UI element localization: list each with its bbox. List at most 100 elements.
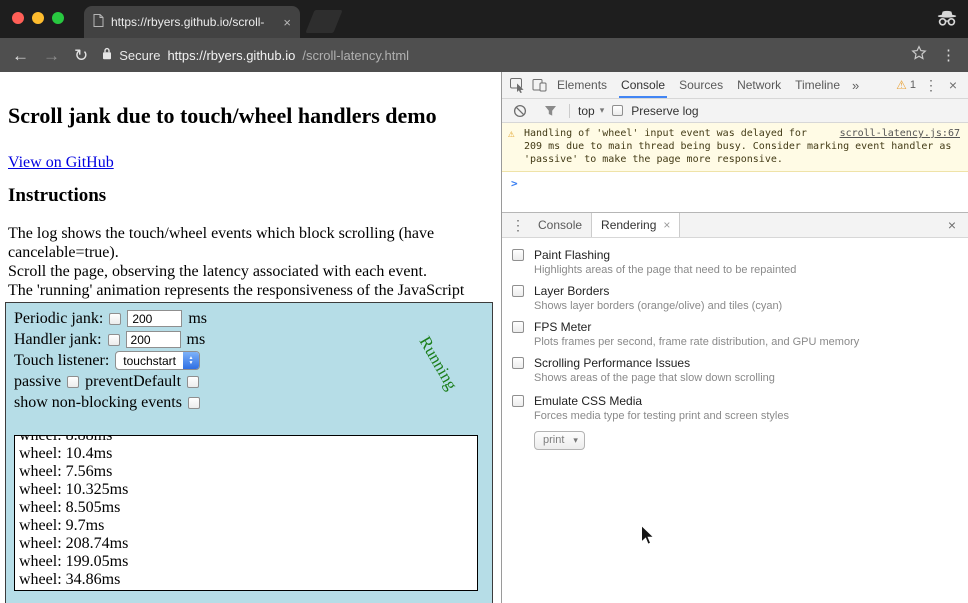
periodic-jank-unit: ms [188,310,207,328]
warning-count-badge[interactable]: ⚠ 1 [892,79,920,91]
tab-close-icon[interactable]: × [283,16,291,29]
execution-context-select[interactable]: top ▾ [578,104,604,118]
select-stepper-icon: ▲▼ [183,352,199,369]
devtools-menu-icon[interactable]: ⋮ [920,74,942,96]
rendering-option: Scrolling Performance Issues Shows areas… [512,356,968,384]
show-nonblocking-checkbox[interactable] [188,397,200,409]
devtools-drawer: ⋮ Console Rendering × × Paint Flashing H… [502,212,968,603]
devtools-close-icon[interactable]: × [942,74,964,96]
filter-icon[interactable] [539,100,561,122]
drawer-close-icon[interactable]: × [941,214,963,236]
clear-console-icon[interactable] [509,100,531,122]
event-log[interactable]: wheel: 8.88ms wheel: 10.4ms wheel: 7.56m… [14,435,478,591]
bookmark-star-icon[interactable] [911,45,927,66]
tab-elements[interactable]: Elements [550,72,614,98]
github-link[interactable]: View on GitHub [8,154,114,172]
window-close-button[interactable] [12,12,24,24]
periodic-jank-input[interactable] [127,310,182,327]
mouse-cursor [640,525,658,547]
device-toolbar-icon[interactable] [528,74,550,96]
back-button[interactable]: ← [12,47,29,64]
prompt-chevron-icon: > [511,177,518,190]
scrolling-performance-checkbox[interactable] [512,357,524,369]
handler-jank-checkbox[interactable] [108,334,120,346]
log-line: wheel: 9.7ms [19,517,473,535]
tab-console[interactable]: Console [614,72,672,98]
prevent-default-checkbox[interactable] [187,376,199,388]
browser-window: https://rbyers.github.io/scroll- × ← → ↻… [0,0,968,603]
paint-flashing-checkbox[interactable] [512,249,524,261]
log-line: wheel: 7.56ms [19,463,473,481]
instructions-text: The log shows the touch/wheel events whi… [8,224,501,300]
fps-meter-checkbox[interactable] [512,321,524,333]
handler-jank-unit: ms [187,331,206,349]
chevron-down-icon: ▾ [600,105,605,116]
tab-strip: https://rbyers.github.io/scroll- × [0,0,968,38]
inspect-element-icon[interactable] [506,74,528,96]
devtools-panel: Elements Console Sources Network Timelin… [501,72,968,603]
console-prompt[interactable]: > [502,172,968,190]
browser-menu-icon[interactable]: ⋮ [941,46,956,64]
css-media-select[interactable]: print ▾ [534,431,585,450]
reload-button[interactable]: ↻ [74,47,88,64]
browser-tab[interactable]: https://rbyers.github.io/scroll- × [84,6,300,38]
drawer-tab-console[interactable]: Console [529,213,591,237]
preserve-log-checkbox[interactable] [612,105,623,116]
periodic-jank-checkbox[interactable] [109,313,121,325]
warning-line: 209 ms due to main thread being busy. Co… [524,140,960,153]
handler-jank-input[interactable] [126,331,181,348]
show-nonblocking-label: show non-blocking events [14,394,182,412]
log-line: wheel: 8.505ms [19,499,473,517]
handler-jank-label: Handler jank: [14,331,102,349]
page-favicon-icon [93,14,104,30]
window-controls [12,12,64,24]
url-path: /scroll-latency.html [302,48,409,63]
rendering-panel: Paint Flashing Highlights areas of the p… [502,238,968,450]
rendering-option: Emulate CSS Media Forces media type for … [512,394,968,422]
tab-sources[interactable]: Sources [672,72,730,98]
warning-line: 'passive' to make the page more responsi… [524,153,960,166]
drawer-menu-icon[interactable]: ⋮ [507,214,529,236]
warning-icon: ⚠ [508,127,515,140]
touch-listener-label: Touch listener: [14,352,109,370]
url-host: https://rbyers.github.io [167,48,295,63]
lock-icon [102,47,112,63]
chevron-down-icon: ▾ [573,435,578,446]
rendering-option: Layer Borders Shows layer borders (orang… [512,284,968,312]
passive-checkbox[interactable] [67,376,79,388]
log-line: wheel: 208.74ms [19,535,473,553]
address-bar[interactable]: Secure https://rbyers.github.io/scroll-l… [102,47,897,63]
window-zoom-button[interactable] [52,12,64,24]
incognito-icon [936,10,958,32]
warning-triangle-icon: ⚠ [896,79,907,91]
tab-title: https://rbyers.github.io/scroll- [111,15,276,29]
devtools-toolbar: Elements Console Sources Network Timelin… [502,72,968,99]
preserve-log-label: Preserve log [631,104,698,118]
prevent-default-label: preventDefault [85,373,181,391]
page-content: Scroll jank due to touch/wheel handlers … [0,72,501,603]
forward-button[interactable]: → [43,47,60,64]
security-label: Secure [119,48,160,63]
window-minimize-button[interactable] [32,12,44,24]
rendering-option: Paint Flashing Highlights areas of the p… [512,248,968,276]
passive-label: passive [14,373,61,391]
source-link[interactable]: scroll-latency.js:67 [840,127,960,140]
log-line: wheel: 34.86ms [19,571,473,589]
drawer-tab-close-icon[interactable]: × [663,218,670,232]
drawer-tab-rendering[interactable]: Rendering × [591,213,680,237]
demo-panel: Periodic jank: ms Handler jank: ms Touch… [5,302,493,603]
emulate-css-media-checkbox[interactable] [512,395,524,407]
more-tabs-icon[interactable]: » [847,78,864,93]
tab-timeline[interactable]: Timeline [788,72,847,98]
log-line: wheel: 10.4ms [19,445,473,463]
tab-network[interactable]: Network [730,72,788,98]
new-tab-button[interactable] [305,10,342,33]
log-line: wheel: 10.325ms [19,481,473,499]
layer-borders-checkbox[interactable] [512,285,524,297]
warning-count: 1 [910,79,916,91]
touch-listener-select[interactable]: touchstart ▲▼ [115,351,200,370]
address-toolbar: ← → ↻ Secure https://rbyers.github.io/sc… [0,38,968,72]
console-warning-message: ⚠ scroll-latency.js:67 Handling of 'whee… [502,123,968,172]
instructions-heading: Instructions [8,185,493,207]
log-line: wheel: 199.05ms [19,553,473,571]
